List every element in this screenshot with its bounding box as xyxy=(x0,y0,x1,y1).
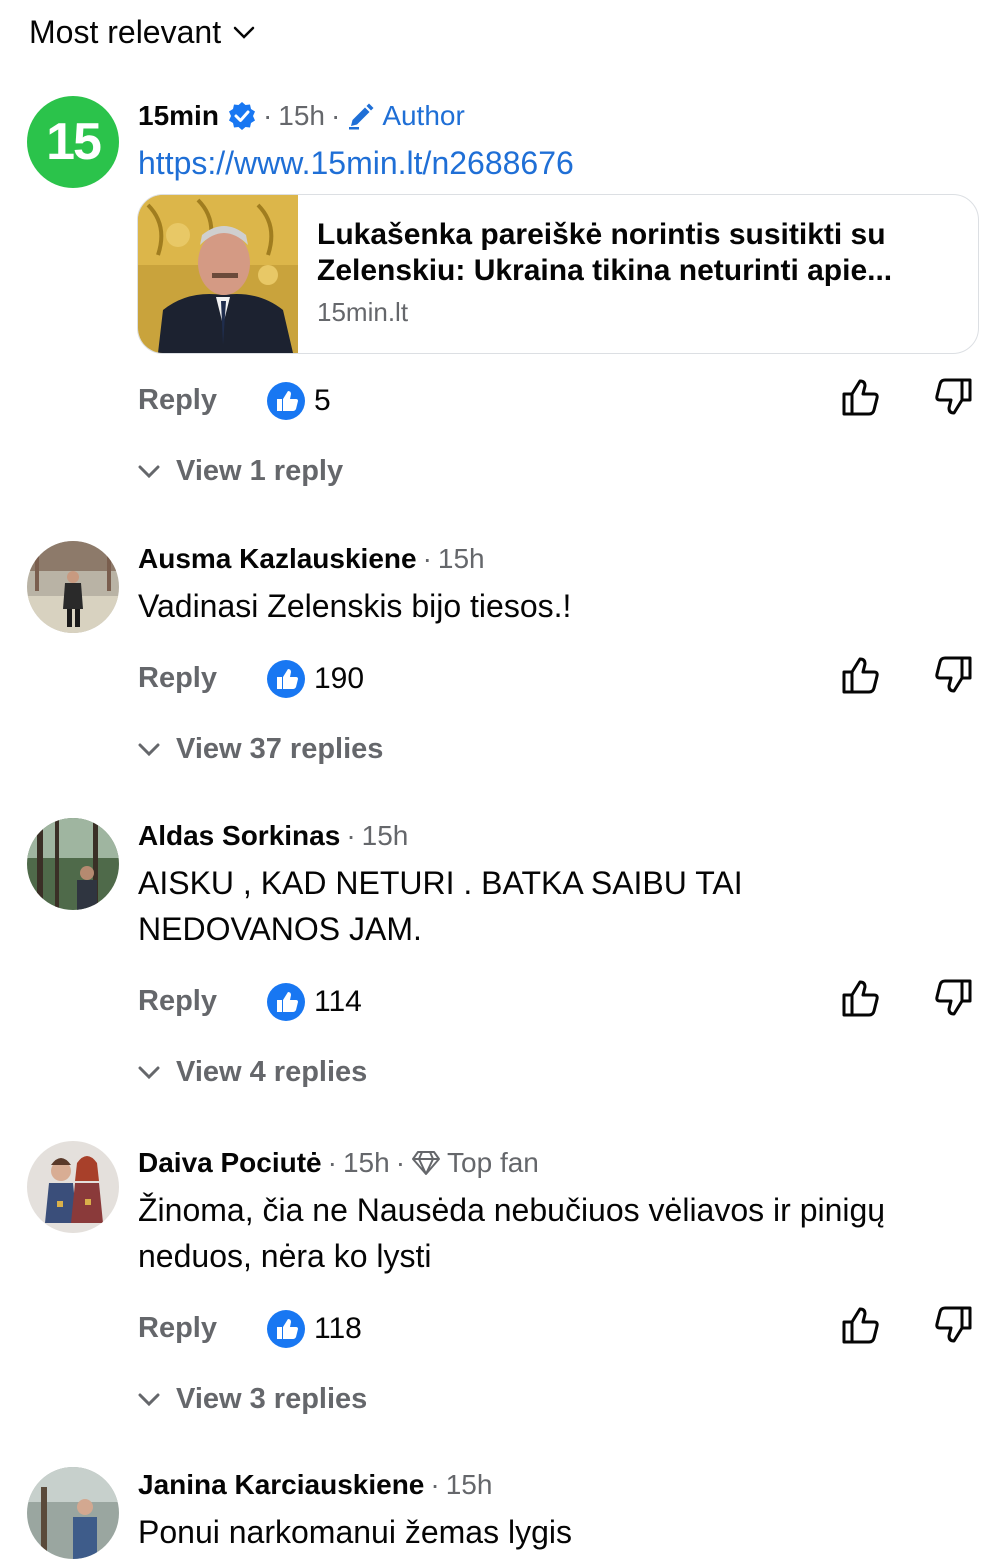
thumbs-up-icon[interactable] xyxy=(840,1304,882,1346)
reply-button[interactable]: Reply xyxy=(138,1312,217,1345)
reply-button[interactable]: Reply xyxy=(138,985,217,1018)
avatar[interactable] xyxy=(27,818,119,910)
comment-header: Ausma Kazlauskiene · 15h xyxy=(138,543,485,575)
reaction-count: 190 xyxy=(314,662,365,695)
like-reaction-icon xyxy=(267,660,305,698)
pencil-icon xyxy=(349,103,374,130)
reaction-count: 114 xyxy=(314,985,362,1018)
avatar[interactable]: 15 xyxy=(27,96,119,188)
avatar[interactable] xyxy=(27,1467,119,1559)
sort-label: Most relevant xyxy=(29,14,222,50)
verified-badge-icon xyxy=(228,102,255,130)
reaction-count: 5 xyxy=(314,384,331,417)
reaction-count: 118 xyxy=(314,1312,362,1345)
avatar[interactable] xyxy=(27,1141,119,1233)
view-replies-button[interactable]: View 4 replies xyxy=(138,1056,367,1089)
author-name[interactable]: Janina Karciauskiene xyxy=(138,1469,424,1501)
chevron-down-icon xyxy=(138,743,160,756)
thumbs-up-icon[interactable] xyxy=(840,654,882,696)
chevron-down-icon xyxy=(138,465,160,478)
comment-time: 15h xyxy=(361,820,409,851)
reply-button[interactable]: Reply xyxy=(138,384,217,417)
comment-time: 15h xyxy=(445,1469,493,1500)
comment-actions: Reply 190 xyxy=(0,654,1007,704)
like-reaction-icon xyxy=(267,1310,305,1348)
card-title: Lukašenka pareiškė norintis susitikti su… xyxy=(317,218,893,287)
thumbs-up-icon[interactable] xyxy=(840,977,882,1019)
thumbs-down-icon[interactable] xyxy=(932,378,974,420)
author-name[interactable]: Ausma Kazlauskiene xyxy=(138,543,417,575)
card-domain: 15min.lt xyxy=(317,297,409,327)
author-badge: Author xyxy=(346,100,465,132)
author-name[interactable]: Aldas Sorkinas xyxy=(138,820,340,852)
comment-text: AISKU , KAD NETURI . BATKA SAIBU TAI NED… xyxy=(138,865,743,947)
thumbs-down-icon[interactable] xyxy=(932,979,974,1021)
view-replies-button[interactable]: View 1 reply xyxy=(138,455,343,488)
comment-time: 15h xyxy=(437,543,485,574)
sort-dropdown[interactable]: Most relevant xyxy=(29,14,255,51)
comment-time: 15h xyxy=(342,1147,390,1178)
view-replies-button[interactable]: View 37 replies xyxy=(138,733,383,766)
thumbs-down-icon[interactable] xyxy=(932,656,974,698)
comment-time: 15h xyxy=(278,100,325,131)
author-name[interactable]: 15min xyxy=(138,100,219,132)
author-name[interactable]: Daiva Pociutė xyxy=(138,1147,322,1179)
like-reaction-icon xyxy=(267,382,305,420)
thumbs-down-icon[interactable] xyxy=(932,1306,974,1348)
comment-header: Daiva Pociutė · 15h · Top fan xyxy=(138,1147,539,1179)
reply-button[interactable]: Reply xyxy=(138,662,217,695)
comment-header: Aldas Sorkinas · 15h xyxy=(138,820,409,852)
chevron-down-icon xyxy=(233,26,255,39)
view-replies-button[interactable]: View 3 replies xyxy=(138,1383,367,1416)
comment-actions: Reply 114 xyxy=(0,977,1007,1027)
chevron-down-icon xyxy=(138,1393,160,1406)
comment-text: Žinoma, čia ne Nausėda nebučiuos vėliavo… xyxy=(138,1192,886,1274)
comment-actions: Reply 5 xyxy=(0,376,1007,426)
comment-header: 15min · 15h · Author xyxy=(138,100,465,132)
like-reaction-icon xyxy=(267,983,305,1021)
comment-text: Ponui narkomanui žemas lygis xyxy=(138,1514,572,1550)
comment-actions: Reply 118 xyxy=(0,1304,1007,1354)
comment-text: Vadinasi Zelenskis bijo tiesos.! xyxy=(138,588,572,624)
article-thumbnail xyxy=(138,195,298,353)
link-preview-card[interactable]: Lukašenka pareiškė norintis susitikti su… xyxy=(137,194,979,354)
thumbs-up-icon[interactable] xyxy=(840,376,882,418)
top-fan-badge: Top fan xyxy=(411,1147,539,1179)
comment-link[interactable]: https://www.15min.lt/n2688676 xyxy=(138,145,574,181)
chevron-down-icon xyxy=(138,1066,160,1079)
diamond-icon xyxy=(412,1151,441,1175)
comment-header: Janina Karciauskiene · 15h xyxy=(138,1469,493,1501)
avatar[interactable] xyxy=(27,541,119,633)
